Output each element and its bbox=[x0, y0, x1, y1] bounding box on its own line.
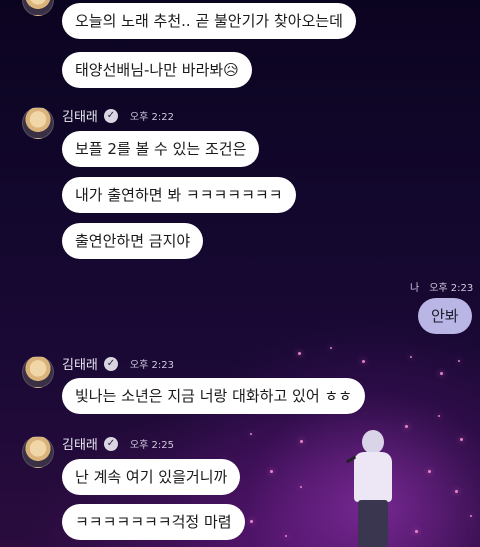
sparkle bbox=[250, 433, 252, 435]
message-bubble[interactable]: 출연안하면 금지야 bbox=[62, 223, 204, 259]
sender-header: 김태래 ✓ 오후 2:23 bbox=[62, 354, 174, 373]
sparkle bbox=[415, 530, 418, 533]
avatar[interactable] bbox=[22, 356, 54, 388]
sparkle bbox=[440, 372, 443, 375]
message-time: 오후 2:25 bbox=[129, 440, 174, 451]
my-message-meta: 나 오후 2:23 bbox=[410, 279, 473, 294]
sparkle bbox=[298, 352, 301, 355]
message-bubble[interactable]: 태양선배님-나만 바라봐😥 bbox=[62, 52, 252, 88]
message-bubble[interactable]: 보플 2를 볼 수 있는 조건은 bbox=[62, 131, 260, 167]
message-time: 오후 2:23 bbox=[129, 360, 174, 371]
sparkle bbox=[250, 520, 253, 523]
sender-name: 김태래 bbox=[62, 358, 98, 373]
verified-check-icon: ✓ bbox=[103, 108, 118, 123]
message-bubble[interactable]: 오늘의 노래 추천.. 곧 불안기가 찾아오는데 bbox=[62, 3, 356, 39]
sparkle bbox=[410, 356, 412, 358]
message-time: 오후 2:22 bbox=[129, 112, 174, 123]
sparkle bbox=[330, 347, 332, 349]
sender-name: 김태래 bbox=[62, 438, 98, 453]
message-bubble[interactable]: 난 계속 여기 있을거니까 bbox=[62, 459, 241, 495]
my-label: 나 bbox=[410, 283, 420, 294]
sparkle bbox=[300, 486, 302, 488]
sparkle bbox=[470, 515, 472, 517]
sparkle bbox=[300, 440, 303, 443]
sparkle bbox=[270, 470, 273, 473]
sparkle bbox=[460, 438, 463, 441]
verified-check-icon: ✓ bbox=[103, 356, 118, 371]
sparkle bbox=[458, 360, 460, 362]
sender-name: 김태래 bbox=[62, 110, 98, 125]
message-bubble[interactable]: ㅋㅋㅋㅋㅋㅋㅋ걱정 마렴 bbox=[62, 504, 245, 540]
sender-header: 김태래 ✓ 오후 2:25 bbox=[62, 434, 174, 453]
message-time: 오후 2:23 bbox=[429, 283, 474, 294]
my-message-bubble[interactable]: 안봐 bbox=[418, 298, 472, 334]
message-bubble[interactable]: 내가 출연하면 봐 ㅋㅋㅋㅋㅋㅋㅋ bbox=[62, 177, 296, 213]
sparkle bbox=[428, 470, 431, 473]
sparkle bbox=[405, 425, 408, 428]
sparkle bbox=[455, 490, 458, 493]
avatar[interactable] bbox=[22, 436, 54, 468]
avatar[interactable] bbox=[22, 107, 54, 139]
message-bubble[interactable]: 빛나는 소년은 지금 너랑 대화하고 있어 ㅎㅎ bbox=[62, 378, 366, 414]
sparkle bbox=[438, 415, 440, 417]
sparkle bbox=[285, 535, 287, 537]
sender-header: 김태래 ✓ 오후 2:22 bbox=[62, 106, 174, 125]
sparkle bbox=[362, 360, 365, 363]
performer-image bbox=[340, 430, 410, 547]
verified-check-icon: ✓ bbox=[103, 436, 118, 451]
